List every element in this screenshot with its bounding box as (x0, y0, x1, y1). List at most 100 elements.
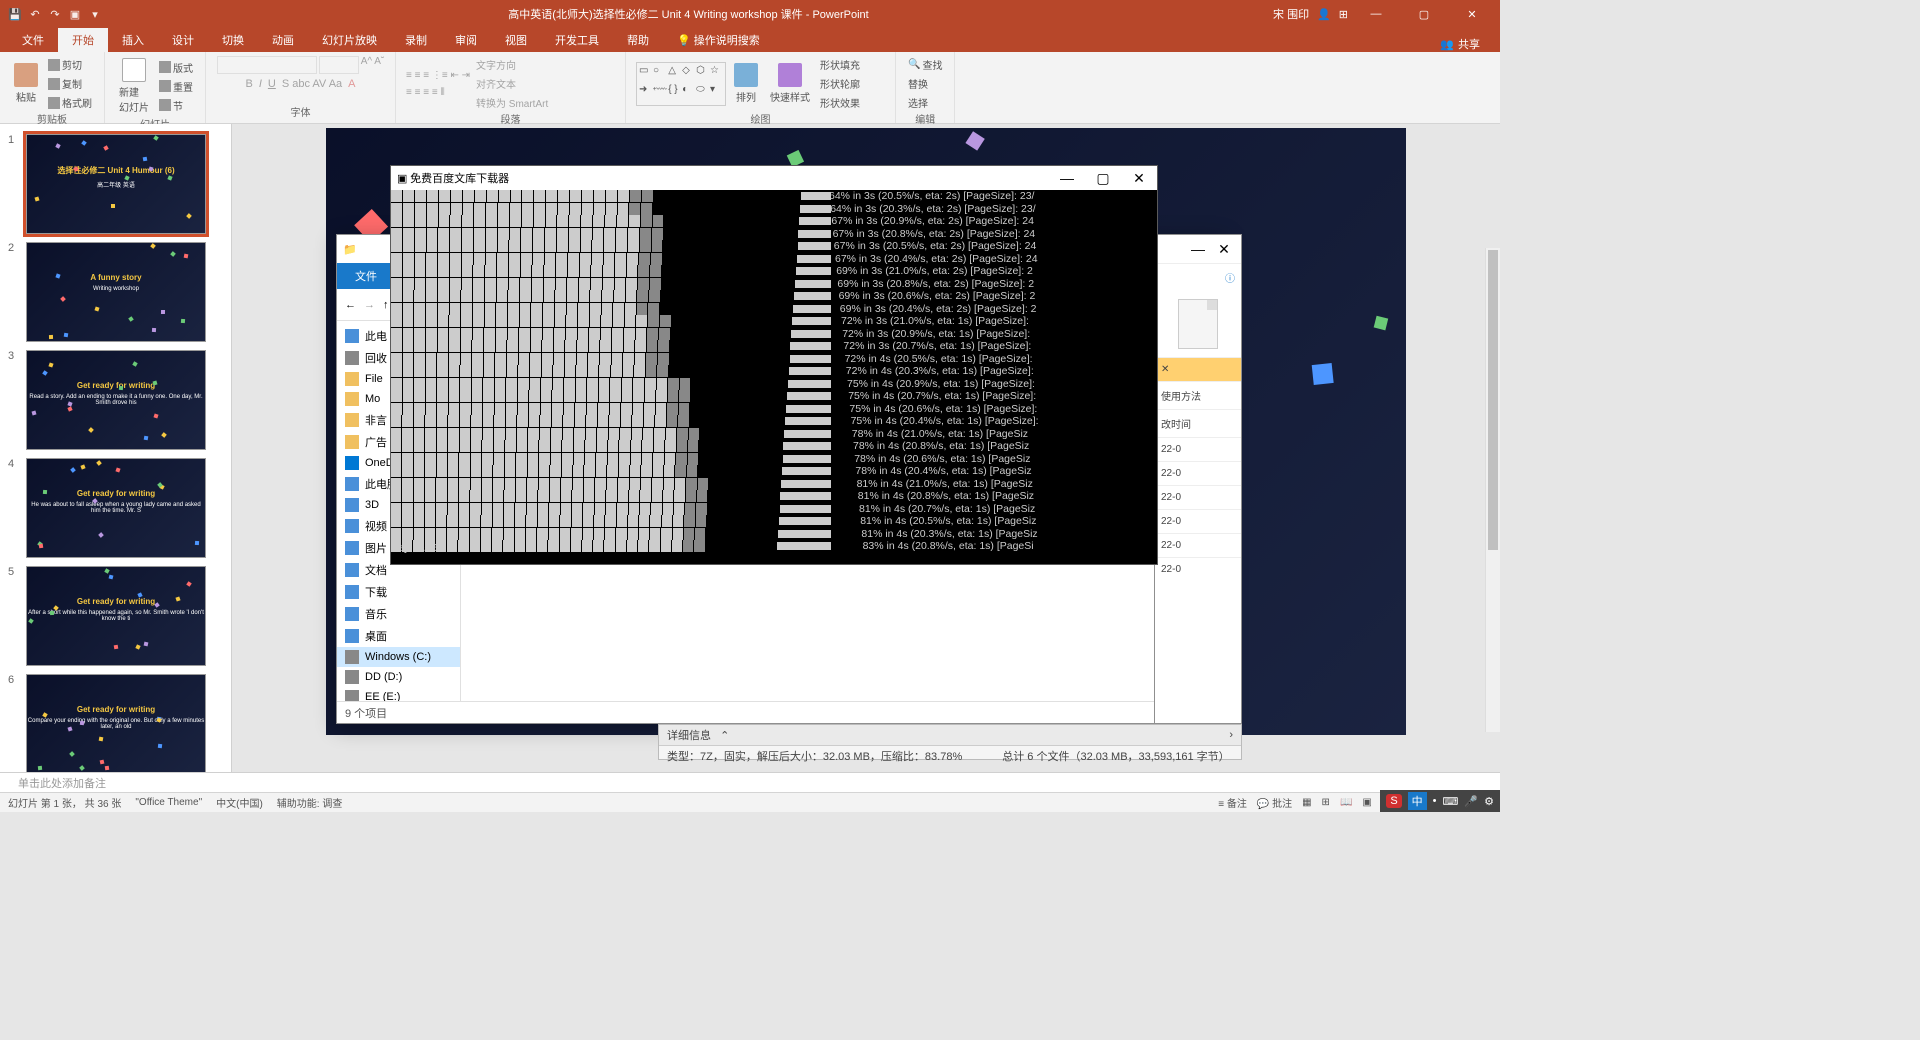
smartart-button[interactable]: 转换为 SmartArt (474, 94, 550, 111)
tab-slideshow[interactable]: 幻灯片放映 (308, 28, 391, 52)
back-icon[interactable]: ← (345, 299, 356, 311)
tab-file[interactable]: 文件 (8, 28, 58, 52)
scroll-right-icon[interactable]: › (1229, 729, 1233, 741)
inspector-close[interactable]: ✕ (1211, 241, 1237, 258)
console-line: 69% in 3s (20.6%/s, eta: 2s) [PageSize]:… (829, 290, 1157, 303)
shape-effects-button[interactable]: 形状效果 (818, 94, 862, 111)
tab-record[interactable]: 录制 (391, 28, 441, 52)
detail-total: 总计 6 个文件（32.03 MB，33,593,161 字节） (1002, 748, 1229, 764)
new-slide-button[interactable]: 新建 幻灯片 (115, 56, 153, 116)
minimize-button[interactable]: — (1356, 8, 1396, 20)
folder-icon: 📁 (343, 243, 357, 256)
slide-thumb[interactable]: 5Get ready for writingAfter a short whil… (0, 562, 231, 670)
comments-toggle[interactable]: 💬 批注 (1257, 795, 1292, 810)
item-count: 9 个项目 (345, 705, 387, 721)
find-button[interactable]: 🔍 查找 (906, 56, 944, 73)
tab-animations[interactable]: 动画 (258, 28, 308, 52)
user-avatar-icon[interactable]: 👤 (1317, 8, 1331, 21)
ime-settings-icon[interactable]: ⚙ (1484, 795, 1494, 808)
slide-thumb[interactable]: 4Get ready for writingHe was about to fa… (0, 454, 231, 562)
text-direction-button[interactable]: 文字方向 (474, 56, 550, 73)
slide-thumb[interactable]: 1选择性必修二 Unit 4 Humour (6)高二年级 英语 (0, 130, 231, 238)
language-indicator[interactable]: 中文(中国) (216, 795, 263, 810)
forward-icon[interactable]: → (364, 299, 375, 311)
tree-item[interactable]: 桌面 (337, 625, 460, 647)
console-line: 72% in 3s (20.7%/s, eta: 1s) [PageSize]: (829, 340, 1157, 353)
tree-item[interactable]: Windows (C:) (337, 647, 460, 667)
time-label: 改时间 (1155, 409, 1241, 437)
console-titlebar[interactable]: ▣ 免费百度文库下载器 — ▢ ✕ (391, 166, 1157, 190)
close-button[interactable]: ✕ (1452, 8, 1492, 21)
tab-design[interactable]: 设计 (158, 28, 208, 52)
help-icon[interactable]: ⓘ (1155, 263, 1241, 291)
close-tip-icon[interactable]: ✕ (1155, 357, 1241, 381)
ribbon-options-icon[interactable]: ⊞ (1339, 8, 1348, 21)
cut-button[interactable]: 剪切 (46, 56, 94, 73)
slide-thumb[interactable]: 6Get ready for writingCompare your endin… (0, 670, 231, 772)
view-reading-icon[interactable]: 📖 (1340, 797, 1352, 808)
slide-thumb[interactable]: 3Get ready for writingRead a story. Add … (0, 346, 231, 454)
tab-help[interactable]: 帮助 (613, 28, 663, 52)
align-text-button[interactable]: 对齐文本 (474, 75, 550, 92)
inspector-minimize[interactable]: — (1185, 241, 1211, 257)
console-close[interactable]: ✕ (1121, 170, 1157, 187)
slide-thumbnails[interactable]: 1选择性必修二 Unit 4 Humour (6)高二年级 英语2A funny… (0, 124, 232, 772)
date-row: 22-0 (1155, 533, 1241, 557)
console-line: 75% in 4s (20.4%/s, eta: 1s) [PageSize]: (829, 415, 1157, 428)
paste-button[interactable]: 粘贴 (10, 61, 42, 106)
notes-pane[interactable]: 单击此处添加备注 (0, 772, 1500, 792)
ime-lang[interactable]: 中 (1408, 792, 1427, 810)
reset-button[interactable]: 重置 (157, 78, 195, 95)
console-line: 78% in 4s (20.6%/s, eta: 1s) [PageSiz (829, 453, 1157, 466)
date-row: 22-0 (1155, 509, 1241, 533)
view-slideshow-icon[interactable]: ▣ (1362, 797, 1371, 808)
shape-fill-button[interactable]: 形状填充 (818, 56, 862, 73)
tree-item[interactable]: 音乐 (337, 603, 460, 625)
tab-review[interactable]: 审阅 (441, 28, 491, 52)
slideshow-icon[interactable]: ▣ (66, 5, 84, 23)
ime-mic-icon[interactable]: 🎤 (1464, 795, 1478, 808)
tab-transitions[interactable]: 切换 (208, 28, 258, 52)
notes-toggle[interactable]: ≡ 备注 (1218, 795, 1247, 810)
tab-view[interactable]: 视图 (491, 28, 541, 52)
explorer-file-menu[interactable]: 文件 (345, 264, 387, 288)
save-icon[interactable]: 💾 (6, 5, 24, 23)
format-painter-button[interactable]: 格式刷 (46, 94, 94, 111)
section-button[interactable]: 节 (157, 97, 195, 114)
console-maximize[interactable]: ▢ (1085, 170, 1121, 187)
collapse-icon[interactable]: ⌃ (720, 729, 729, 742)
redo-icon[interactable]: ↷ (46, 5, 64, 23)
vertical-scrollbar[interactable] (1485, 248, 1500, 732)
tree-item[interactable]: EE (E:) (337, 687, 460, 701)
tree-item[interactable]: 下载 (337, 581, 460, 603)
shape-outline-button[interactable]: 形状轮廓 (818, 75, 862, 92)
ime-keyboard-icon[interactable]: ⌨ (1443, 795, 1459, 808)
tab-devtools[interactable]: 开发工具 (541, 28, 613, 52)
accessibility-indicator[interactable]: 辅助功能: 调查 (277, 795, 343, 810)
ime-s-icon[interactable]: S (1386, 794, 1401, 808)
tell-me[interactable]: 💡 操作说明搜索 (663, 28, 774, 52)
quick-styles-button[interactable]: 快速样式 (766, 61, 814, 106)
layout-button[interactable]: 版式 (157, 59, 195, 76)
tab-insert[interactable]: 插入 (108, 28, 158, 52)
view-normal-icon[interactable]: ▦ (1302, 797, 1311, 808)
tree-item[interactable]: DD (D:) (337, 667, 460, 687)
console-minimize[interactable]: — (1049, 170, 1085, 187)
select-button[interactable]: 选择 (906, 94, 944, 111)
maximize-button[interactable]: ▢ (1404, 8, 1444, 21)
tab-home[interactable]: 开始 (58, 28, 108, 52)
console-body[interactable]: 64% in 3s (20.5%/s, eta: 2s) [PageSize]:… (391, 190, 1157, 564)
arrange-button[interactable]: 排列 (730, 61, 762, 106)
view-sorter-icon[interactable]: ⊞ (1322, 797, 1330, 808)
shapes-gallery[interactable]: ▭○△◇⬡☆➜⬳{ }◐⬭▾ (636, 62, 726, 106)
ime-punct-icon[interactable]: • (1433, 795, 1437, 807)
slide-thumb[interactable]: 2A funny storyWriting workshop (0, 238, 231, 346)
more-icon[interactable]: ▾ (86, 5, 104, 23)
replace-button[interactable]: 替换 (906, 75, 944, 92)
share-button[interactable]: 👥 共享 (1440, 36, 1500, 52)
console-footer: ze]: 30/36 (393, 542, 439, 555)
undo-icon[interactable]: ↶ (26, 5, 44, 23)
up-icon[interactable]: ↑ (383, 299, 389, 311)
copy-button[interactable]: 复制 (46, 75, 94, 92)
ime-toolbar[interactable]: S 中 • ⌨ 🎤 ⚙ (1380, 790, 1500, 812)
